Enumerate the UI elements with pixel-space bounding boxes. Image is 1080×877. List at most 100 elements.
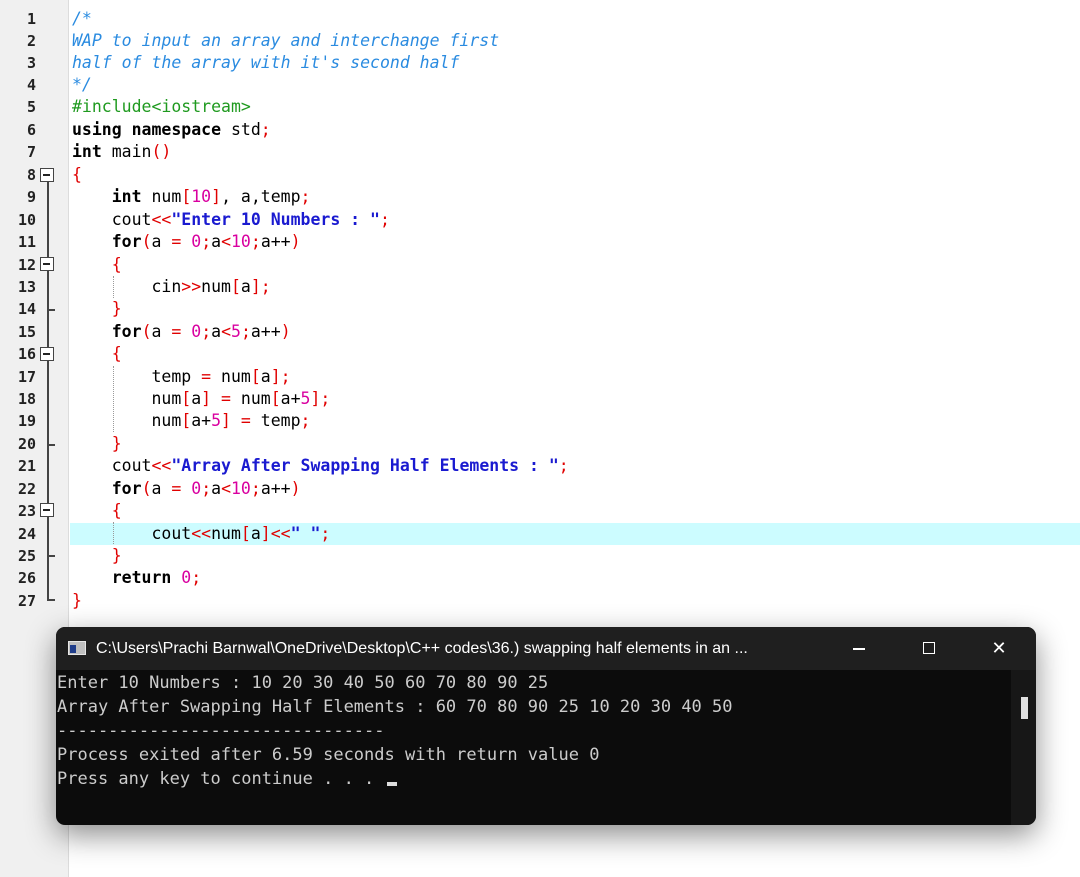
console-line-prompt: Press any key to continue . . . [57,767,397,791]
line-number: 6 [26,121,36,139]
console-line: Array After Swapping Half Elements : 60 … [57,697,733,717]
code-text: { [72,343,122,365]
number: 5 [231,322,241,341]
identifier: temp [260,411,301,430]
keyword: for [111,479,142,498]
symbol: } [111,434,122,453]
code-line: 3 half of the array with it's second hal… [0,52,1080,74]
maximize-icon [923,642,935,654]
maximize-button[interactable] [898,627,960,670]
code-line: 6 using namespace std; [0,119,1080,141]
line-number: 2 [26,32,36,50]
console-title: C:\Users\Prachi Barnwal\OneDrive\Desktop… [96,640,748,657]
identifier: a++ [260,479,291,498]
symbol: ; [201,322,212,341]
keyword: int [111,187,142,206]
symbol: ; [250,479,261,498]
text-cursor [386,782,397,786]
identifier: num [151,187,182,206]
symbol: ; [201,232,212,251]
code-text: } [72,590,82,612]
number: 10 [231,232,251,251]
code-line: 25 } [0,545,1080,567]
console-scrollbar[interactable] [1011,670,1036,825]
line-number: 4 [26,76,36,94]
number: 0 [191,322,202,341]
symbol: << [191,524,212,543]
identifier: a [191,389,202,408]
identifier: a++ [260,232,291,251]
minimize-button[interactable] [828,627,890,670]
symbol: ) [290,479,301,498]
console-prompt-text: Press any key to continue . . . [57,769,385,789]
code-text: cout<<"Enter 10 Numbers : "; [72,209,390,231]
console-app-icon [68,641,86,655]
code-line: 7 int main() [0,141,1080,163]
code-line: 4 */ [0,74,1080,96]
code-text: for(a = 0;a<10;a++) [72,478,301,500]
line-number: 8 [26,166,36,184]
console-titlebar[interactable]: C:\Users\Prachi Barnwal\OneDrive\Desktop… [56,627,1036,670]
keyword: return [111,568,172,587]
code-text: cin>>num[a]; [72,276,271,298]
symbol: [ [240,524,251,543]
comment: /* [72,9,92,28]
symbol: } [111,546,122,565]
identifier: num [240,389,271,408]
identifier: a [151,322,172,341]
identifier: main [101,142,152,161]
line-number: 21 [17,457,36,475]
keyword: for [111,322,142,341]
symbol: } [72,591,82,610]
number: 10 [191,187,212,206]
identifier: a [211,232,222,251]
symbol: ; [260,277,271,296]
line-number: 24 [17,525,36,543]
number: 5 [211,411,222,430]
line-number: 13 [17,278,36,296]
preprocessor: #include<iostream> [72,97,251,116]
symbol: ; [280,367,291,386]
close-button[interactable]: ✕ [968,627,1030,670]
code-text: for(a = 0;a<10;a++) [72,231,301,253]
console-output[interactable]: Enter 10 Numbers : 10 20 30 40 50 60 70 … [56,670,1011,825]
symbol: ] [250,277,261,296]
symbol: [ [181,411,192,430]
number: 0 [181,568,192,587]
identifier: , a,temp [221,187,301,206]
symbol: = [221,389,231,408]
symbol: [ [181,187,192,206]
symbol: ; [320,389,331,408]
identifier: a [260,367,271,386]
symbol: ) [290,232,301,251]
line-number: 27 [17,592,36,610]
line-number: 10 [17,211,36,229]
identifier: a [211,479,222,498]
code-text: WAP to input an array and interchange fi… [72,30,499,52]
identifier: std [221,120,261,139]
symbol: { [111,501,122,520]
code-line: 16 { [0,343,1080,365]
code-text: } [72,298,122,320]
line-number: 18 [17,390,36,408]
symbol: ; [240,322,251,341]
line-number: 15 [17,323,36,341]
identifier: cout [111,456,152,475]
code-text: #include<iostream> [72,96,251,118]
identifier: cout [151,524,192,543]
symbol: ; [250,232,261,251]
symbol: ] [270,367,281,386]
line-number: 20 [17,435,36,453]
number: 0 [191,232,202,251]
code-line-current: 24 cout<<num[a]<<" "; [0,523,1080,545]
code-text: /* [72,8,92,30]
console-window[interactable]: C:\Users\Prachi Barnwal\OneDrive\Desktop… [56,627,1036,825]
console-scrollbar-thumb[interactable] [1021,697,1028,719]
identifier: a+ [280,389,301,408]
code-line: 10 cout<<"Enter 10 Numbers : "; [0,209,1080,231]
symbol: [ [250,367,261,386]
symbol: < [221,232,231,251]
console-line: Enter 10 Numbers : 10 20 30 40 50 60 70 … [57,673,549,693]
string: "Enter 10 Numbers : " [171,210,380,229]
line-number: 14 [17,300,36,318]
